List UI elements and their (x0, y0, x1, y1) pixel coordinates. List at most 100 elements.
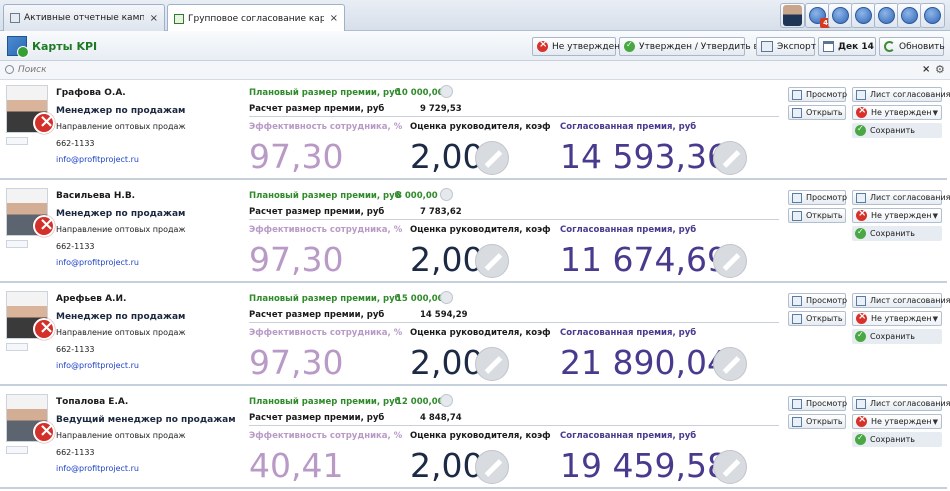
manager-score-label: Оценка руководителя, коэф (410, 431, 551, 441)
calc-bonus-label: Расчет размер премии, руб (249, 413, 385, 423)
open-button[interactable]: Открыть (788, 105, 846, 120)
employee-phone: 662-1133 (56, 448, 95, 457)
employee-card: Топалова Е.А. Ведущий менеджер по продаж… (0, 391, 950, 489)
close-tab-icon[interactable]: × (330, 13, 338, 24)
view-button[interactable]: Просмотр (788, 396, 847, 411)
manager-score-value: 2,00 (410, 137, 484, 176)
plan-bonus-label: Плановый размер премии, руб (249, 88, 401, 98)
plan-bonus-value: 8 000,00 (396, 191, 438, 201)
employee-role: Менеджер по продажам (56, 209, 186, 219)
edit-agreed-bonus-button[interactable] (713, 450, 747, 484)
lock-icon (440, 85, 453, 98)
edit-manager-score-button[interactable] (475, 141, 509, 175)
open-button[interactable]: Открыть (788, 311, 846, 326)
notification-icon[interactable]: 4 (805, 3, 831, 28)
export-icon (761, 41, 773, 52)
tab-group-approval[interactable]: Групповое согласование карт… × (167, 4, 345, 32)
sheet-icon (856, 398, 866, 409)
employee-name: Васильева Н.В. (56, 191, 136, 201)
calc-bonus-value: 4 848,74 (420, 413, 462, 423)
rejected-status-icon (33, 317, 55, 340)
lock-icon (440, 394, 453, 407)
approval-sheet-button[interactable]: Лист согласования (852, 87, 950, 102)
plan-bonus-value: 15 000,00 (396, 294, 444, 304)
edit-manager-score-button[interactable] (475, 450, 509, 484)
save-button[interactable]: Сохранить (852, 329, 942, 344)
save-icon (855, 124, 866, 136)
open-icon (792, 416, 802, 427)
manager-score-value: 2,00 (410, 446, 484, 485)
edit-manager-score-button[interactable] (475, 244, 509, 278)
toolbar: Карты KPI Не утвержден ▼ Утвержден / Утв… (0, 31, 950, 61)
view-button[interactable]: Просмотр (788, 87, 848, 102)
calc-bonus-value: 7 783,62 (420, 207, 462, 217)
approve-all-button[interactable]: Утвержден / Утвердить все (619, 37, 769, 56)
period-dropdown[interactable]: Дек 14 ▼ (818, 37, 884, 56)
save-button[interactable]: Сохранить (852, 226, 942, 241)
grid-icon[interactable] (828, 3, 853, 28)
status-dropdown[interactable]: Не утвержден▼ (852, 105, 942, 120)
employee-role: Менеджер по продажам (56, 106, 186, 116)
approval-sheet-label: Лист согласования (870, 296, 950, 305)
rejected-status-icon (33, 420, 55, 443)
refresh-button[interactable]: Обновить (879, 37, 945, 56)
employee-email-link[interactable]: info@profitproject.ru (56, 155, 139, 164)
plan-bonus-label: Плановый размер премии, руб (249, 191, 401, 201)
view-button[interactable]: Просмотр (788, 293, 847, 308)
sheet-icon (856, 192, 866, 203)
efficiency-label: Эффективность сотрудника, % (249, 328, 403, 338)
edit-manager-score-button[interactable] (475, 347, 509, 381)
employee-email-link[interactable]: info@profitproject.ru (56, 464, 139, 473)
edit-agreed-bonus-button[interactable] (713, 141, 747, 175)
rejected-icon (856, 311, 867, 324)
save-button[interactable]: Сохранить (852, 432, 942, 447)
status-label: Не утвержден (871, 314, 932, 323)
manager-score-value: 2,00 (410, 343, 484, 382)
status-label: Не утвержден (871, 108, 932, 117)
agreed-bonus-value: 21 890,04 (560, 343, 728, 382)
refresh-icon (884, 41, 895, 52)
clear-search-icon[interactable]: × (922, 64, 930, 75)
search-input[interactable] (18, 63, 898, 77)
approval-sheet-button[interactable]: Лист согласования (852, 190, 950, 205)
close-tab-icon[interactable]: × (150, 13, 158, 24)
chevron-down-icon: ▼ (932, 108, 938, 117)
approval-sheet-button[interactable]: Лист согласования (852, 396, 950, 411)
chevron-down-icon: ▼ (932, 417, 938, 426)
rejected-status-icon (33, 111, 55, 134)
status-filter-dropdown[interactable]: Не утвержден ▼ (532, 37, 630, 56)
flag-box (6, 137, 28, 145)
status-filter-label: Не утвержден (552, 41, 621, 52)
view-button[interactable]: Просмотр (788, 190, 848, 205)
chevron-down-icon: ▼ (932, 211, 938, 220)
new-icon[interactable] (874, 3, 899, 28)
power-icon[interactable] (920, 3, 945, 28)
open-icon (792, 210, 802, 221)
user-avatar-icon[interactable] (780, 3, 805, 28)
open-button[interactable]: Открыть (788, 208, 846, 223)
agreed-bonus-label: Согласованная премия, руб (560, 225, 697, 235)
status-dropdown[interactable]: Не утвержден▼ (852, 208, 942, 223)
calendar-icon[interactable] (851, 3, 876, 28)
employee-department: Направление оптовых продаж (56, 328, 186, 337)
employee-email-link[interactable]: info@profitproject.ru (56, 361, 139, 370)
status-dropdown[interactable]: Не утвержден▼ (852, 414, 942, 429)
approval-sheet-button[interactable]: Лист согласования (852, 293, 950, 308)
view-label: Просмотр (806, 193, 848, 202)
flag-box (6, 343, 28, 351)
view-label: Просмотр (806, 90, 848, 99)
tab-active-campaigns[interactable]: Активные отчетные кампании × (3, 4, 165, 31)
export-button[interactable]: Экспорт (756, 37, 816, 56)
refresh-label: Обновить (899, 41, 945, 52)
status-dropdown[interactable]: Не утвержден▼ (852, 311, 942, 326)
open-icon (792, 313, 802, 324)
gear-icon[interactable]: ⚙ (935, 63, 945, 76)
employee-email-link[interactable]: info@profitproject.ru (56, 258, 139, 267)
open-button[interactable]: Открыть (788, 414, 846, 429)
info-icon[interactable] (897, 3, 922, 28)
open-icon (792, 107, 802, 118)
agreed-bonus-label: Согласованная премия, руб (560, 431, 697, 441)
save-button[interactable]: Сохранить (852, 123, 942, 138)
edit-agreed-bonus-button[interactable] (713, 244, 747, 278)
edit-agreed-bonus-button[interactable] (713, 347, 747, 381)
